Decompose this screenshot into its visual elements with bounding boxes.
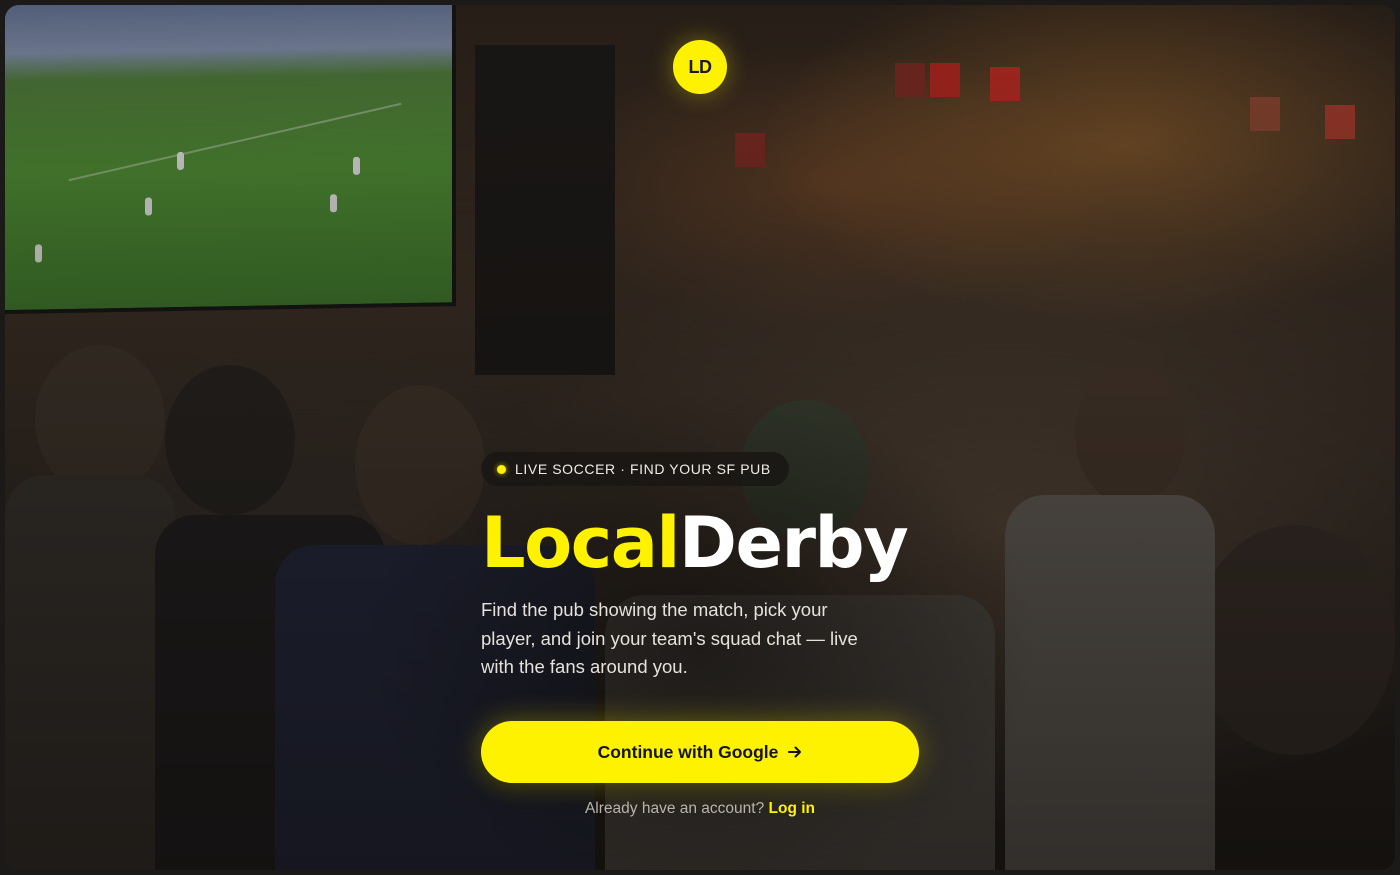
- live-badge-label: LIVE SOCCER · FIND YOUR SF PUB: [515, 461, 771, 477]
- brand-title-part1: Local: [481, 502, 680, 584]
- login-prompt-text: Already have an account?: [584, 800, 765, 817]
- arrow-right-icon: [788, 745, 802, 759]
- brand-title: LocalDerby: [481, 502, 941, 584]
- landing-page: LD LIVE SOCCER · FIND YOUR SF PUB LocalD…: [5, 5, 1395, 870]
- logo-badge: LD: [673, 40, 727, 94]
- login-prompt-row: Already have an account? Log in: [481, 800, 919, 818]
- brand-title-part2: Derby: [678, 502, 909, 584]
- live-dot-icon: [497, 464, 506, 474]
- tagline: Find the pub showing the match, pick you…: [481, 599, 858, 677]
- hero-content: LIVE SOCCER · FIND YOUR SF PUB LocalDerb…: [481, 452, 941, 817]
- login-link[interactable]: Log in: [769, 800, 816, 817]
- live-badge: LIVE SOCCER · FIND YOUR SF PUB: [481, 452, 789, 486]
- continue-with-google-button[interactable]: Continue with Google: [481, 721, 919, 783]
- continue-with-google-label: Continue with Google: [597, 741, 779, 762]
